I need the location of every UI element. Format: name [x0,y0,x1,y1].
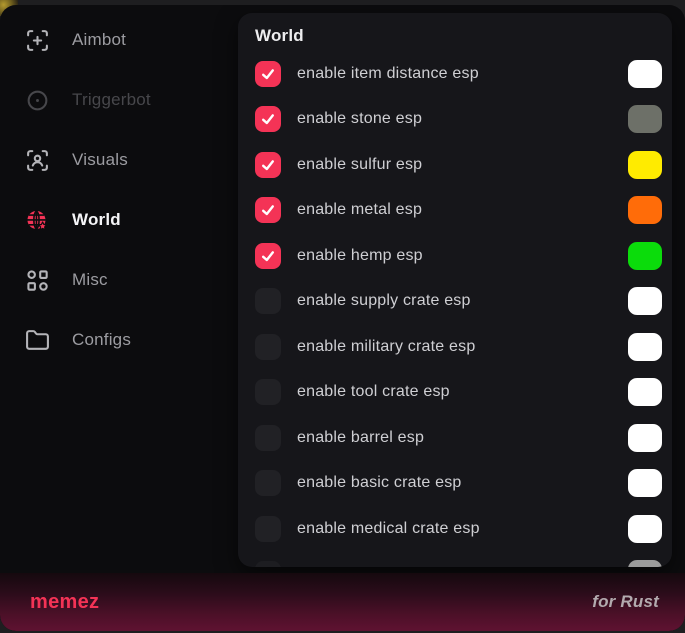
world-settings-panel: World enable item distance esp [238,13,672,567]
esp-option-row: enable basic crate esp [255,461,662,507]
sidebar: Aimbot Triggerbot Visuals World [0,5,238,573]
esp-checkbox[interactable] [255,561,281,567]
visuals-user-scan-icon [24,147,50,173]
esp-option-label: enable tool crate esp [297,383,628,401]
sidebar-item-label: Triggerbot [72,90,151,110]
esp-color-swatch[interactable] [628,105,662,133]
sidebar-item-label: Misc [72,270,108,290]
esp-option-row: enable stone esp [255,97,662,143]
esp-option-row: enable medical crate esp [255,506,662,552]
esp-option-label: enable barrel esp [297,429,628,447]
footer-bar: memez for Rust [0,573,685,631]
sidebar-item[interactable]: World [0,190,238,250]
esp-checkbox[interactable] [255,152,281,178]
esp-color-swatch[interactable] [628,378,662,406]
brand-name: memez [30,591,99,614]
esp-option-label: enable metal esp [297,201,628,219]
sidebar-item-label: World [72,210,121,230]
triggerbot-circle-dot-icon [24,87,50,113]
esp-checkbox[interactable] [255,334,281,360]
esp-color-swatch[interactable] [628,242,662,270]
sidebar-item-label: Visuals [72,150,128,170]
sidebar-item-label: Configs [72,330,131,350]
esp-color-swatch[interactable] [628,287,662,315]
esp-color-swatch[interactable] [628,333,662,361]
check-icon [260,202,276,218]
esp-option-row: enable tool crate esp [255,370,662,416]
esp-option-label: enable medical crate esp [297,520,628,538]
esp-option-row: enable metal esp [255,188,662,234]
sidebar-item[interactable]: Configs [0,310,238,370]
brand-tagline: for Rust [592,592,659,612]
misc-shapes-grid-icon [24,267,50,293]
esp-options-list: enable item distance esp enable stone es… [255,51,662,552]
esp-checkbox[interactable] [255,425,281,451]
esp-option-label: enable item distance esp [297,65,628,83]
esp-color-swatch[interactable] [628,560,662,567]
panel-title: World [255,26,662,51]
esp-checkbox[interactable] [255,379,281,405]
configs-folder-icon [24,327,50,353]
check-icon [260,66,276,82]
esp-color-swatch[interactable] [628,60,662,88]
esp-option-row: enable supply crate esp [255,279,662,325]
world-globe-star-icon [24,207,50,233]
sidebar-item[interactable]: Visuals [0,130,238,190]
check-icon [260,248,276,264]
esp-option-label: enable stone esp [297,110,628,128]
esp-option-label: enable basic crate esp [297,474,628,492]
esp-option-label: enable sulfur esp [297,156,628,174]
esp-color-swatch[interactable] [628,424,662,452]
sidebar-item-label: Aimbot [72,30,126,50]
esp-checkbox[interactable] [255,61,281,87]
esp-checkbox[interactable] [255,106,281,132]
esp-option-row: enable hemp esp [255,233,662,279]
esp-option-label: enable hemp esp [297,247,628,265]
check-icon [260,111,276,127]
esp-checkbox[interactable] [255,243,281,269]
esp-option-label: enable military crate esp [297,338,628,356]
sidebar-item[interactable]: Triggerbot [0,70,238,130]
esp-color-swatch[interactable] [628,515,662,543]
esp-checkbox[interactable] [255,197,281,223]
esp-option-label: enable supply crate esp [297,292,628,310]
aimbot-crosshair-icon [24,27,50,53]
esp-checkbox[interactable] [255,516,281,542]
esp-option-row: enable sulfur esp [255,142,662,188]
esp-color-swatch[interactable] [628,151,662,179]
esp-option-row: enable barrel esp [255,415,662,461]
esp-checkbox[interactable] [255,470,281,496]
esp-color-swatch[interactable] [628,469,662,497]
sidebar-item[interactable]: Misc [0,250,238,310]
esp-option-row: enable item distance esp [255,51,662,97]
check-icon [260,157,276,173]
esp-color-swatch[interactable] [628,196,662,224]
esp-option-row: enable military crate esp [255,324,662,370]
esp-checkbox[interactable] [255,288,281,314]
cheat-menu-window: Aimbot Triggerbot Visuals World [0,5,685,631]
sidebar-item[interactable]: Aimbot [0,10,238,70]
esp-option-row-partial [255,552,662,568]
